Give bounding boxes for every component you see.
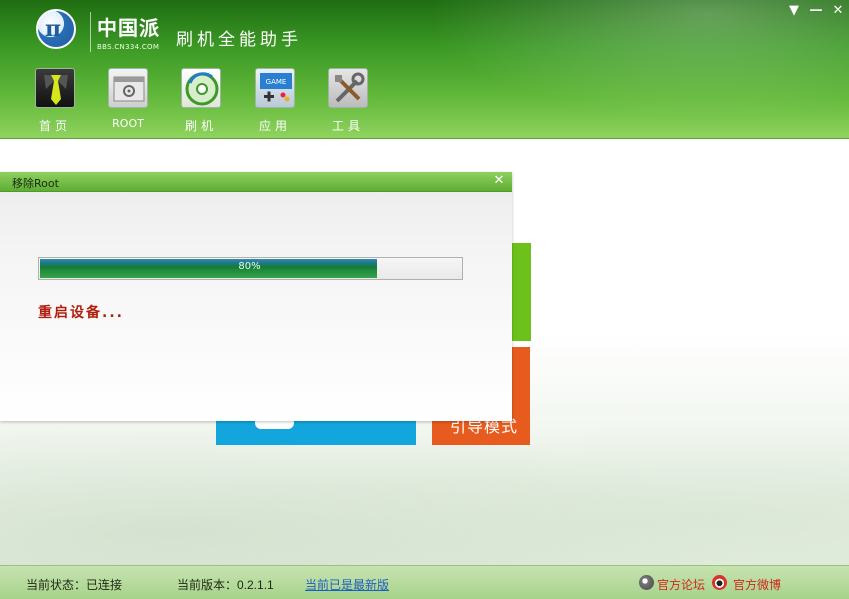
- game-icon-text: GAME: [266, 78, 287, 86]
- tie-icon: [35, 68, 75, 108]
- progress-label: 80%: [238, 261, 261, 272]
- nav-label: 应用: [258, 119, 291, 133]
- dialog-title: 移除Root: [12, 177, 59, 190]
- close-button[interactable]: ✕: [830, 4, 846, 18]
- nav-label: 工具: [331, 119, 364, 133]
- background-wave: [0, 399, 849, 565]
- brand-cn: 中国派: [97, 16, 160, 40]
- status-bar: 当前状态：已连接 当前版本：0.2.1.1 当前已是最新版 官方论坛 官方微博: [0, 565, 849, 599]
- dialog-close-button[interactable]: ✕: [492, 173, 506, 189]
- nav-label: ROOT: [112, 117, 144, 130]
- app-header: π 中国派 BBS.CN334.COM 刷机全能助手 ▼ — ✕ 首页 ROOT…: [0, 0, 849, 139]
- nav-label: 首页: [38, 119, 71, 133]
- settings-icon: [108, 68, 148, 108]
- dialog-titlebar: 移除Root ✕: [0, 172, 512, 192]
- connection-status: 当前状态：已连接: [26, 578, 123, 592]
- brand: 中国派 BBS.CN334.COM: [90, 12, 170, 52]
- minimize-button[interactable]: —: [808, 4, 824, 18]
- forum-link[interactable]: 官方论坛: [657, 576, 705, 593]
- nav-item-tools[interactable]: 工具: [318, 68, 378, 134]
- nav-item-apps[interactable]: GAME 应用: [245, 68, 305, 134]
- nav-item-root[interactable]: ROOT: [98, 68, 158, 130]
- progress-bar: 80%: [38, 257, 463, 280]
- menu-button[interactable]: ▼: [786, 4, 802, 18]
- forum-icon: [639, 575, 654, 590]
- game-icon: GAME: [255, 68, 295, 108]
- version-text: 当前版本：0.2.1.1: [177, 578, 274, 592]
- app-title: 刷机全能助手: [176, 30, 302, 50]
- remove-root-dialog: 移除Root ✕ 80% 重启设备...: [0, 172, 512, 421]
- tools-icon: [328, 68, 368, 108]
- nav-item-flash[interactable]: 刷机: [171, 68, 231, 134]
- header-shine: [380, 0, 849, 139]
- weibo-icon: [712, 575, 727, 590]
- weibo-link[interactable]: 官方微博: [733, 576, 781, 593]
- nav-label: 刷机: [184, 119, 217, 133]
- update-link[interactable]: 当前已是最新版: [305, 576, 389, 593]
- status-message: 重启设备...: [38, 305, 124, 321]
- brand-en: BBS.CN334.COM: [97, 43, 160, 51]
- blue-tile[interactable]: [216, 419, 416, 445]
- logo-icon: π: [36, 9, 76, 49]
- nav-item-home[interactable]: 首页: [25, 68, 85, 134]
- disc-icon: [181, 68, 221, 108]
